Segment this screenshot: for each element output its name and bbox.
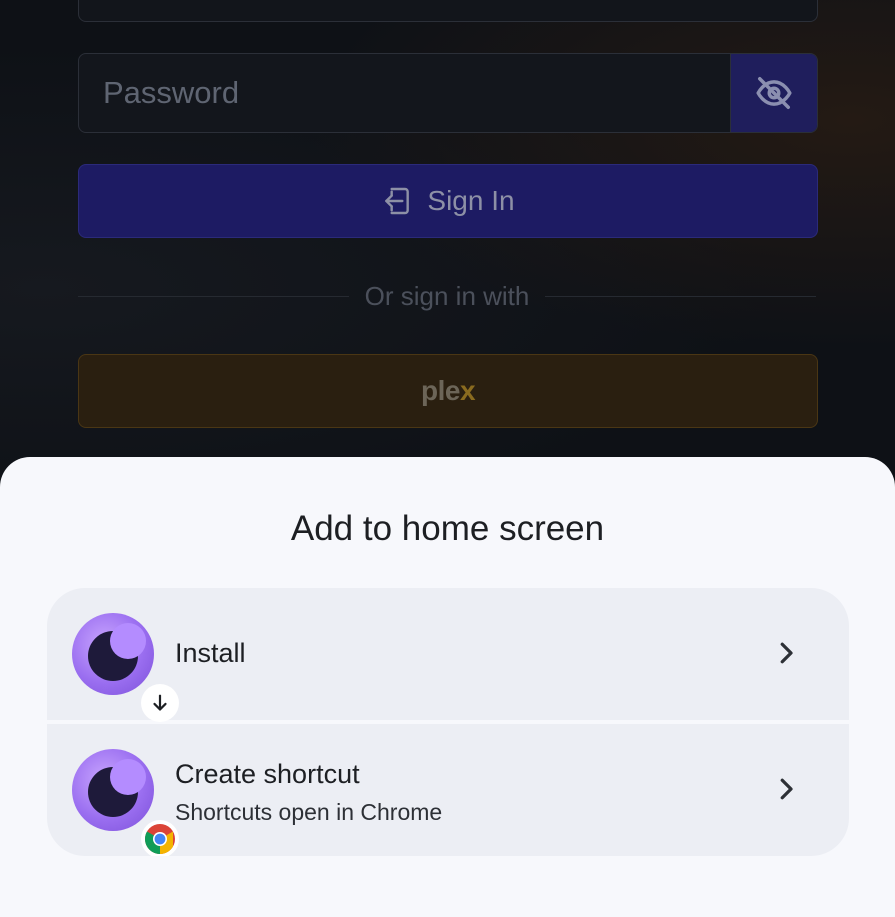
- sheet-title: Add to home screen: [290, 509, 605, 548]
- add-to-home-screen-sheet: Add to home screen Install Create shortc…: [0, 457, 895, 917]
- chevron-right-icon: [780, 778, 793, 800]
- install-label: Install: [175, 638, 246, 668]
- username-field[interactable]: [78, 0, 818, 22]
- toggle-password-visibility-button[interactable]: [730, 54, 817, 132]
- download-badge: [141, 684, 179, 722]
- password-field: [78, 53, 818, 133]
- download-arrow-icon: [153, 694, 167, 711]
- divider-line-left: [78, 295, 349, 297]
- app-icon: [72, 613, 179, 722]
- chrome-icon: [144, 824, 175, 854]
- password-input[interactable]: [79, 54, 729, 132]
- app-icon: [72, 749, 179, 856]
- sign-in-label: Sign In: [427, 185, 515, 216]
- create-shortcut-sublabel: Shortcuts open in Chrome: [175, 799, 443, 825]
- plex-logo: plex: [420, 375, 476, 406]
- sign-in-icon: [385, 187, 410, 215]
- sign-in-button[interactable]: Sign In: [78, 164, 818, 238]
- install-option[interactable]: Install: [47, 588, 849, 722]
- divider-text: Or sign in with: [364, 280, 530, 311]
- create-shortcut-option[interactable]: Create shortcut Shortcuts open in Chrome: [47, 724, 849, 856]
- chevron-right-icon: [780, 642, 793, 664]
- eye-off-icon: [756, 77, 792, 109]
- options-list: Install Create shortcut Shortcuts open i…: [47, 588, 849, 856]
- plex-sign-in-button[interactable]: plex: [78, 354, 818, 428]
- sign-in-divider: Or sign in with: [78, 276, 817, 316]
- login-background: Sign In Or sign in with plex: [0, 0, 895, 480]
- chrome-badge: [141, 820, 179, 856]
- divider-line-right: [545, 295, 817, 297]
- create-shortcut-label: Create shortcut: [175, 759, 360, 789]
